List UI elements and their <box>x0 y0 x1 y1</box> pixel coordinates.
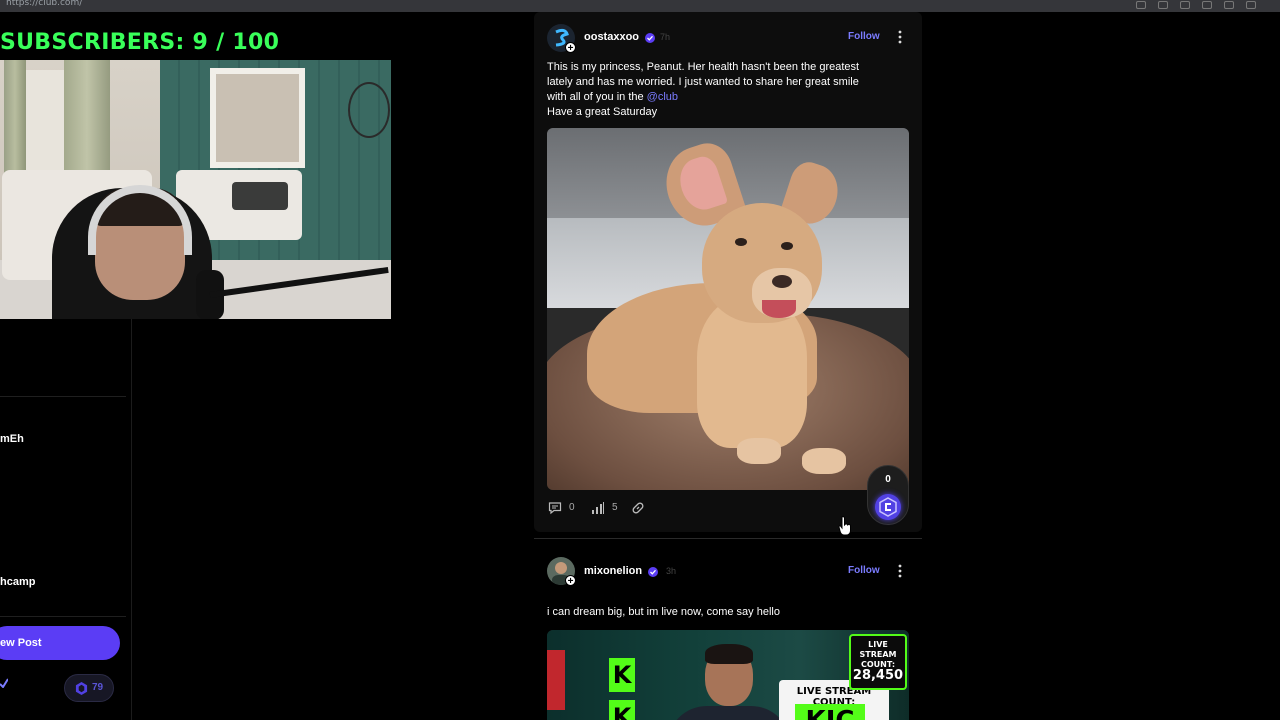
points-count: 79 <box>92 682 104 693</box>
post-text-line: with all of you in the @club <box>547 90 907 105</box>
thumbnail-big-text: KIC <box>795 704 865 720</box>
comment-count: 0 <box>569 502 575 513</box>
points-badge[interactable]: 79 <box>64 674 114 702</box>
kick-logo-letter: K <box>609 658 635 692</box>
post-text-line: Have a great Saturday <box>547 106 658 118</box>
post-text-line: lately and has me worried. I just wanted… <box>547 76 859 88</box>
sidebar-item-1[interactable]: mEh <box>0 433 24 445</box>
comment-icon[interactable] <box>548 501 562 515</box>
browser-toolbar: https://club.com/ <box>0 0 1280 12</box>
extension-icon[interactable] <box>1136 1 1146 9</box>
timestamp: 7h <box>660 32 671 42</box>
live-count-number: 28,450 <box>852 668 904 683</box>
sidebar-divider <box>131 319 132 720</box>
live-count-sign: LIVE STREAM COUNT: 28,450 <box>849 634 907 690</box>
post-image[interactable] <box>547 128 909 490</box>
download-icon[interactable] <box>1202 1 1212 9</box>
follow-plus-icon[interactable]: + <box>565 42 576 54</box>
timestamp: 3h <box>666 566 677 576</box>
feed: + oostaxxoo 7h Follow This is my princes… <box>534 12 922 720</box>
verified-icon <box>645 33 655 43</box>
verified-icon <box>648 567 658 577</box>
post-divider <box>534 538 922 539</box>
link-icon[interactable] <box>631 501 645 515</box>
subscriber-counter: SUBSCRIBERS: 9 / 100 <box>0 30 280 55</box>
sidebar-separator <box>0 396 126 397</box>
post-text-line: This is my princess, Peanut. Her health … <box>547 61 860 73</box>
post-body: This is my princess, Peanut. Her health … <box>547 60 907 120</box>
post-body: i can dream big, but im live now, come s… <box>547 606 780 618</box>
post-card: + mixonelion 3h Follow i can dream big, … <box>534 546 922 720</box>
post-card: + oostaxxoo 7h Follow This is my princes… <box>534 12 922 539</box>
hand-cursor-icon <box>838 516 851 536</box>
sidebar-separator <box>0 616 126 617</box>
post-image[interactable]: K K LIVE STREAM COUNT: KIC LIVE STREAM C… <box>547 630 909 720</box>
follow-plus-icon[interactable]: + <box>565 575 576 587</box>
username[interactable]: oostaxxoo <box>584 31 639 43</box>
kick-logo-letter: K <box>609 700 635 720</box>
post-text-segment: with all of you in the <box>547 91 647 103</box>
views-icon <box>592 502 604 514</box>
live-count-title: LIVE STREAM COUNT: <box>859 640 897 669</box>
mention-link[interactable]: @club <box>647 91 678 103</box>
verified-icon <box>0 678 8 688</box>
more-options-icon[interactable] <box>898 30 902 44</box>
username[interactable]: mixonelion <box>584 565 642 577</box>
puzzle-icon[interactable] <box>1180 1 1190 9</box>
follow-button[interactable]: Follow <box>848 31 880 42</box>
reaction-button[interactable]: 0 <box>867 465 909 525</box>
profile-icon[interactable] <box>1246 1 1256 9</box>
address-bar[interactable]: https://club.com/ <box>6 0 82 8</box>
reaction-count: 0 <box>885 474 891 485</box>
club-logo-icon <box>875 494 901 520</box>
views-count: 5 <box>612 502 618 513</box>
minimize-icon[interactable] <box>1224 1 1234 9</box>
shield-icon[interactable] <box>1158 1 1168 9</box>
sidebar-item-2[interactable]: hcamp <box>0 576 35 588</box>
club-points-icon <box>75 682 88 695</box>
more-options-icon[interactable] <box>898 564 902 578</box>
webcam-overlay <box>0 60 391 319</box>
follow-button[interactable]: Follow <box>848 565 880 576</box>
new-post-button[interactable]: ew Post <box>0 626 120 660</box>
